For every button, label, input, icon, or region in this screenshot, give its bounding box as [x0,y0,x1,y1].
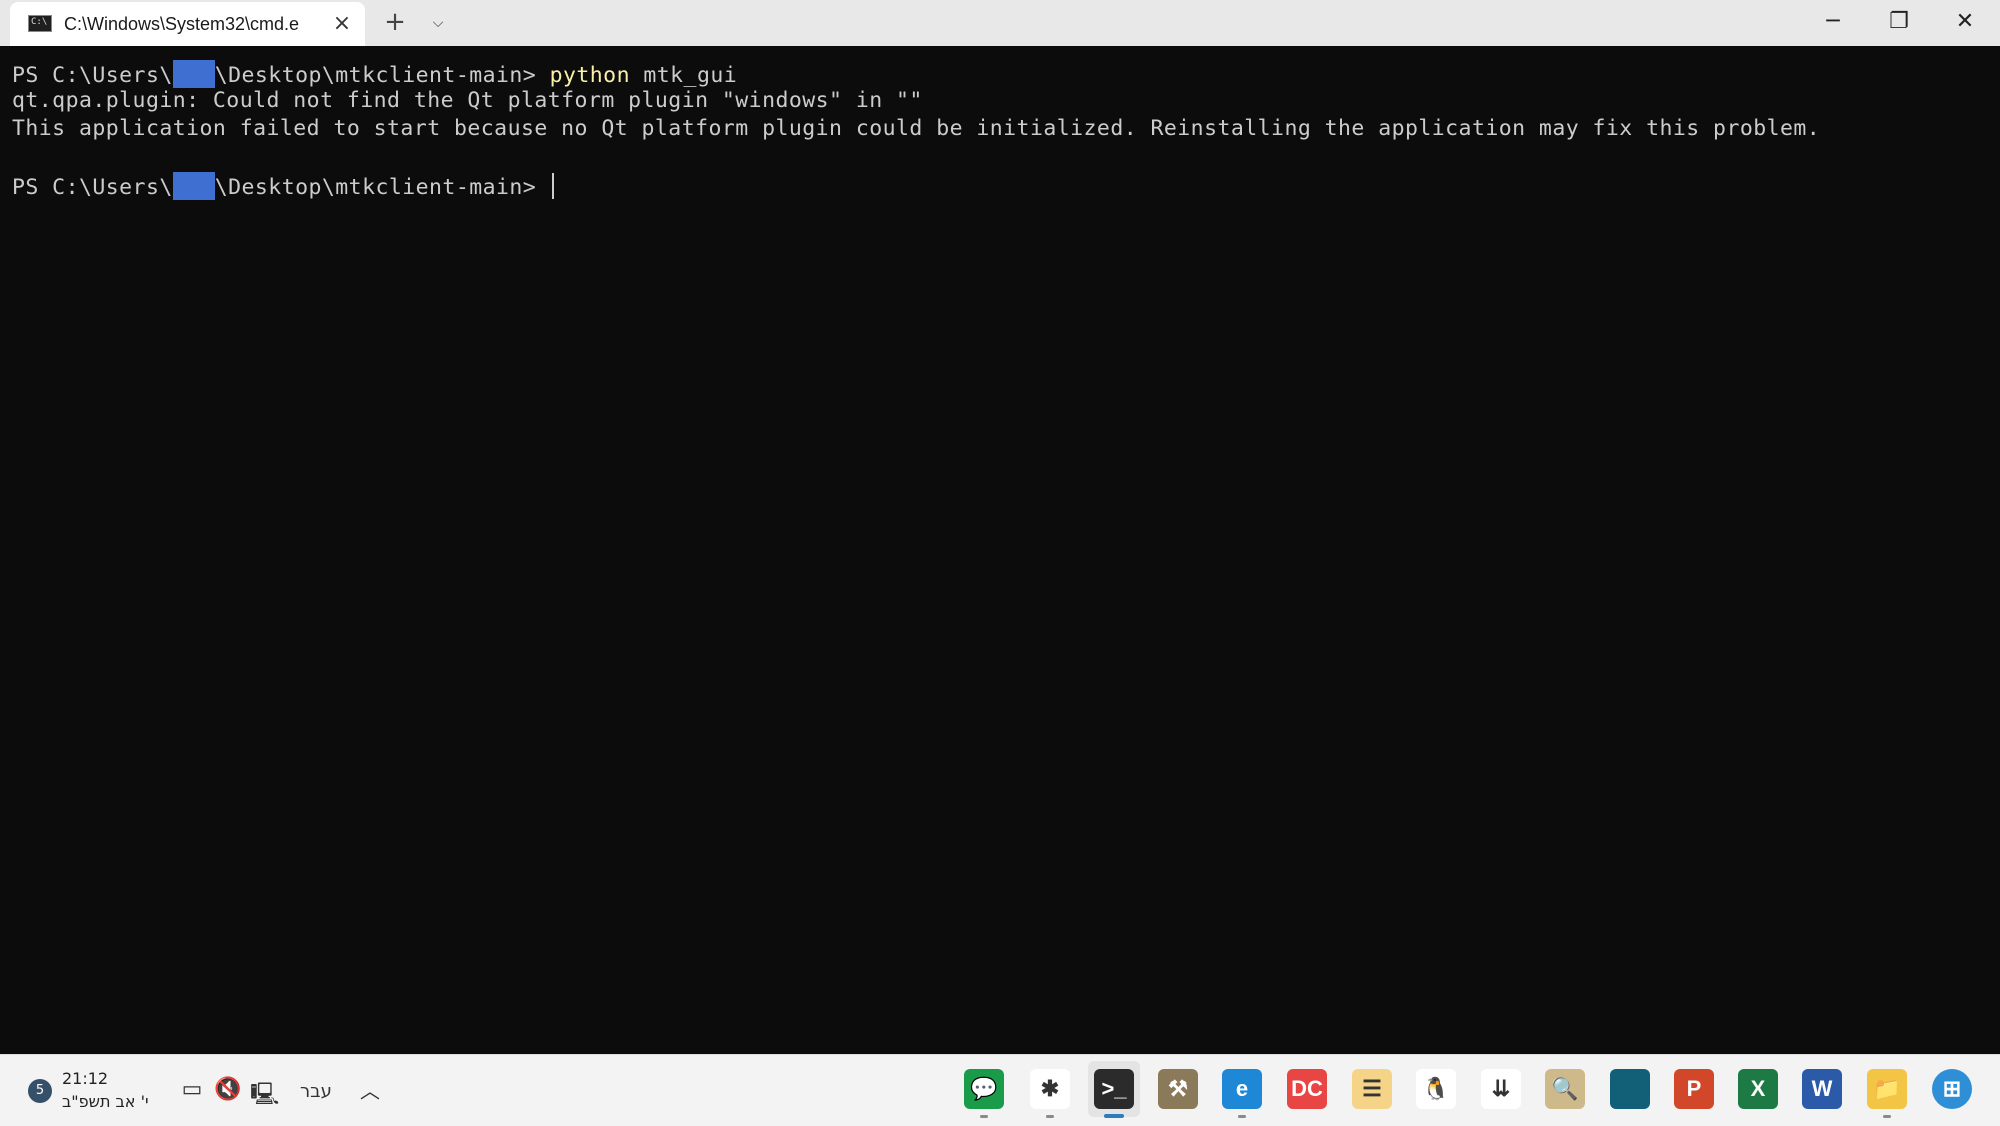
linux-icon[interactable]: 🐧 [1416,1069,1456,1109]
app-blue-icon[interactable]: ⇊ [1481,1069,1521,1109]
network-icon[interactable]: 🖳 [250,1077,279,1115]
close-button[interactable]: ✕ [1932,0,1998,46]
redacted-username [172,172,215,200]
terminal-glyph: >_ [1094,1069,1134,1109]
tab-title: C:\Windows\System32\cmd.e [64,14,300,34]
prompt-text: PS C:\Users\ [12,63,173,88]
running-indicator [980,1115,988,1118]
dc-app-glyph: DC [1287,1069,1327,1109]
start-glyph: ⊞ [1932,1069,1972,1109]
battery-icon[interactable]: ▭ [178,1077,206,1102]
clock-time[interactable]: 21:12 [62,1069,108,1088]
title-bar: C:\Windows\System32\cmd.e × + ⌵ ─ ❐ ✕ [0,0,2000,46]
search-app-icon[interactable]: 🔍 [1545,1069,1585,1109]
app-blue-glyph: ⇊ [1481,1069,1521,1109]
notes-icon[interactable]: ☰ [1352,1069,1392,1109]
notes-glyph: ☰ [1352,1069,1392,1109]
tools-icon[interactable]: ⚒ [1158,1069,1198,1109]
language-indicator[interactable]: עבר [300,1081,332,1102]
running-indicator [1883,1115,1891,1118]
running-indicator [1046,1115,1054,1118]
running-indicator [1238,1115,1246,1118]
minimize-button[interactable]: ─ [1800,0,1866,46]
clock-date[interactable]: י' אב תשפ"ב [62,1092,149,1111]
chat-app-icon[interactable]: 💬 [964,1069,1004,1118]
tab-close-icon[interactable]: × [328,10,356,38]
show-hidden-icons-chevron-icon[interactable]: ︿ [358,1075,382,1104]
teal-app-icon[interactable] [1610,1069,1650,1109]
cmd-icon [28,15,52,32]
new-tab-button[interactable]: + [380,8,410,38]
prompt-text: \Desktop\mtkclient-main> [214,175,550,200]
linux-glyph: 🐧 [1416,1069,1456,1109]
chat-app-glyph: 💬 [964,1069,1004,1109]
prompt-text: \Desktop\mtkclient-main> [214,63,550,88]
volume-muted-icon[interactable]: 🔇 [214,1077,242,1102]
search-app-glyph: 🔍 [1545,1069,1585,1109]
command-args: mtk_gui [629,63,738,88]
terminal-line: This application failed to start because… [12,116,1821,141]
tools-glyph: ⚒ [1158,1069,1198,1109]
powerpoint-icon[interactable]: P [1674,1069,1714,1109]
teal-app-glyph [1610,1069,1650,1109]
word-icon[interactable]: W [1802,1069,1842,1109]
file-explorer-glyph: 📁 [1867,1069,1907,1109]
slack-glyph: ✱ [1030,1069,1070,1109]
terminal-line: PS C:\Users\ \Desktop\mtkclient-main> pyt… [12,60,737,88]
word-glyph: W [1802,1069,1842,1109]
running-indicator [1104,1114,1124,1118]
terminal-icon[interactable]: >_ [1088,1061,1140,1118]
redacted-username [172,60,215,88]
maximize-button[interactable]: ❐ [1866,0,1932,46]
text-cursor [551,173,554,199]
excel-icon[interactable]: X [1738,1069,1778,1109]
edge-glyph: e [1222,1069,1262,1109]
edge-icon[interactable]: e [1222,1069,1262,1118]
powerpoint-glyph: P [1674,1069,1714,1109]
tab-dropdown-chevron-icon[interactable]: ⌵ [425,8,451,38]
prompt-text: PS C:\Users\ [12,175,173,200]
excel-glyph: X [1738,1069,1778,1109]
start-icon[interactable]: ⊞ [1932,1069,1972,1109]
terminal-output[interactable]: PS C:\Users\ \Desktop\mtkclient-main> pyt… [0,46,2000,1054]
slack-icon[interactable]: ✱ [1030,1069,1070,1118]
terminal-prompt-line[interactable]: PS C:\Users\ \Desktop\mtkclient-main> [12,172,554,200]
taskbar: 5 21:12 י' אב תשפ"ב ▭ 🔇 🖳 עבר ︿ 💬 ✱ >_ ⚒ e DC… [0,1054,2000,1126]
tab-cmd[interactable]: C:\Windows\System32\cmd.e × [10,2,365,46]
terminal-line: qt.qpa.plugin: Could not find the Qt pla… [12,88,923,113]
dc-app-icon[interactable]: DC [1287,1069,1327,1109]
notification-badge[interactable]: 5 [28,1079,52,1103]
file-explorer-icon[interactable]: 📁 [1867,1069,1907,1118]
command-name: python [549,63,630,88]
